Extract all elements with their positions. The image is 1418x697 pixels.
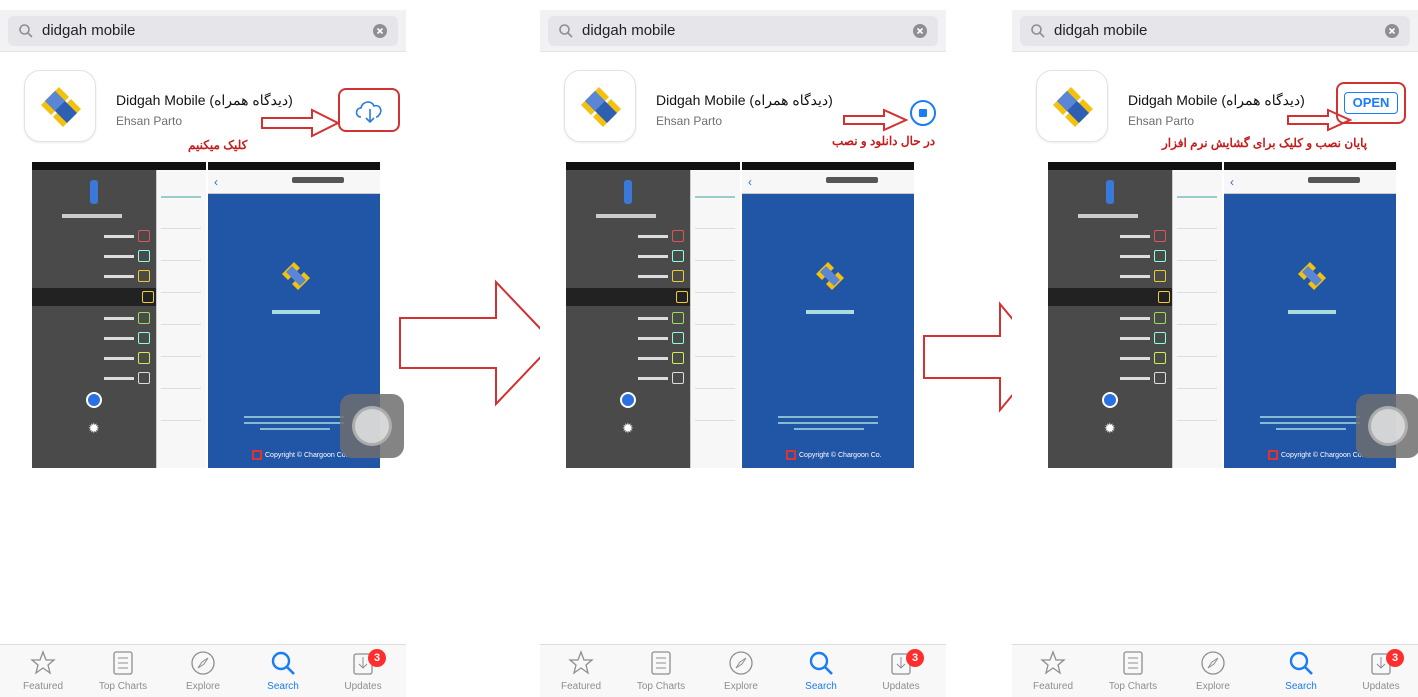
open-button[interactable]: OPEN	[1344, 92, 1398, 114]
tutorial-composite: didgah mobile Didgah Mobile (دیدگاه همرا…	[0, 0, 1418, 697]
tab-bar: Featured Top Charts Explore Search 3 Upda…	[0, 644, 406, 697]
step-panel-2: didgah mobile Didgah Mobile (دیدگاه همرا…	[540, 0, 946, 697]
screenshot-menu-screen: ✹	[32, 162, 206, 468]
tab-featured[interactable]: Featured	[1018, 649, 1088, 692]
search-icon	[559, 24, 573, 38]
didgah-logo-icon	[581, 87, 621, 127]
assistive-touch[interactable]	[340, 394, 404, 458]
assistive-touch[interactable]	[1356, 394, 1418, 458]
search-bar: didgah mobile	[540, 10, 946, 52]
didgah-logo-icon	[282, 262, 310, 290]
tab-featured[interactable]: Featured	[546, 649, 616, 692]
app-row[interactable]: Didgah Mobile (دیدگاه همراه) Ehsan Parto…	[20, 68, 406, 154]
app-icon[interactable]	[1036, 70, 1108, 142]
download-progress-button[interactable]	[910, 100, 936, 126]
app-icon[interactable]	[564, 70, 636, 142]
app-row[interactable]: Didgah Mobile (دیدگاه همراه) Ehsan Parto…	[1032, 68, 1418, 154]
tab-bar: Featured Top Charts Explore Search 3 Upda…	[540, 644, 946, 697]
updates-badge: 3	[1386, 649, 1404, 667]
download-button[interactable]	[338, 88, 400, 132]
compass-icon	[729, 651, 753, 675]
search-icon	[1289, 651, 1313, 675]
search-icon	[271, 651, 295, 675]
annotation-arrow-icon	[843, 108, 908, 132]
star-icon	[568, 650, 594, 675]
search-icon	[19, 24, 33, 38]
copyright-text: Copyright © Chargoon Co.	[1268, 450, 1364, 460]
search-query: didgah mobile	[1054, 22, 1148, 39]
search-query: didgah mobile	[42, 22, 136, 39]
step-panel-1: didgah mobile Didgah Mobile (دیدگاه همرا…	[0, 0, 406, 697]
app-screenshot: ✹ ‹ Copyright © Chargoon Co.	[1048, 162, 1398, 468]
list-icon	[113, 651, 133, 675]
search-icon	[1031, 24, 1045, 38]
updates-badge: 3	[368, 649, 386, 667]
screenshot-menu-screen: ✹	[1048, 162, 1222, 468]
compass-icon	[1201, 651, 1225, 675]
clear-icon[interactable]	[912, 23, 928, 39]
app-name: Didgah Mobile (دیدگاه همراه)	[1128, 92, 1305, 108]
search-input[interactable]: didgah mobile	[8, 16, 398, 46]
tab-top-charts[interactable]: Top Charts	[1098, 649, 1168, 692]
screenshot-menu-screen: ✹	[566, 162, 740, 468]
search-bar: didgah mobile	[1012, 10, 1418, 52]
cloud-download-icon	[355, 101, 382, 124]
didgah-logo-icon	[816, 262, 844, 290]
compass-icon	[191, 651, 215, 675]
step-panel-3: didgah mobile Didgah Mobile (دیدگاه همرا…	[1012, 0, 1418, 697]
app-name: Didgah Mobile (دیدگاه همراه)	[116, 92, 293, 108]
app-name: Didgah Mobile (دیدگاه همراه)	[656, 92, 833, 108]
tab-top-charts[interactable]: Top Charts	[626, 649, 696, 692]
stop-icon	[919, 109, 927, 117]
clear-icon[interactable]	[372, 23, 388, 39]
search-icon	[809, 651, 833, 675]
updates-badge: 3	[906, 649, 924, 667]
app-screenshot: ✹ ‹ Copyright © Chargoon Co.	[566, 162, 916, 468]
tab-updates[interactable]: 3 Updates	[866, 649, 936, 692]
list-icon	[651, 651, 671, 675]
star-icon	[1040, 650, 1066, 675]
app-row[interactable]: Didgah Mobile (دیدگاه همراه) Ehsan Parto…	[560, 68, 946, 154]
step-annotation: پایان نصب و کلیک برای گشایش نرم افزار	[1162, 136, 1368, 150]
tab-explore[interactable]: Explore	[168, 649, 238, 692]
app-developer: Ehsan Parto	[1128, 114, 1195, 128]
list-icon	[1123, 651, 1143, 675]
copyright-text: Copyright © Chargoon Co.	[252, 450, 348, 460]
tab-updates[interactable]: 3 Updates	[328, 649, 398, 692]
app-developer: Ehsan Parto	[656, 114, 723, 128]
tab-explore[interactable]: Explore	[706, 649, 776, 692]
tab-featured[interactable]: Featured	[8, 649, 78, 692]
tab-search[interactable]: Search	[248, 649, 318, 692]
app-icon[interactable]	[24, 70, 96, 142]
star-icon	[30, 650, 56, 675]
didgah-logo-icon	[41, 87, 81, 127]
tab-explore[interactable]: Explore	[1178, 649, 1248, 692]
copyright-text: Copyright © Chargoon Co.	[786, 450, 882, 460]
search-bar: didgah mobile	[0, 10, 406, 52]
search-query: didgah mobile	[582, 22, 676, 39]
annotation-arrow-icon	[261, 108, 340, 138]
tab-updates[interactable]: 3 Updates	[1346, 649, 1416, 692]
tab-bar: Featured Top Charts Explore Search 3 Upda…	[1012, 644, 1418, 697]
open-button-highlight: OPEN	[1336, 82, 1406, 124]
tab-search[interactable]: Search	[786, 649, 856, 692]
app-screenshot: ✹ ‹ Copyright © Chargoon Co.	[32, 162, 382, 468]
clear-icon[interactable]	[1384, 23, 1400, 39]
search-input[interactable]: didgah mobile	[548, 16, 938, 46]
app-developer: Ehsan Parto	[116, 114, 183, 128]
step-annotation: کلیک میکنیم	[188, 138, 248, 152]
tab-top-charts[interactable]: Top Charts	[88, 649, 158, 692]
didgah-logo-icon	[1298, 262, 1326, 290]
step-annotation: در حال دانلود و نصب	[832, 134, 936, 148]
screenshot-about-screen: ‹ Copyright © Chargoon Co.	[742, 162, 914, 468]
didgah-logo-icon	[1053, 87, 1093, 127]
step-arrow-icon	[399, 279, 556, 407]
search-input[interactable]: didgah mobile	[1020, 16, 1410, 46]
tab-search[interactable]: Search	[1266, 649, 1336, 692]
